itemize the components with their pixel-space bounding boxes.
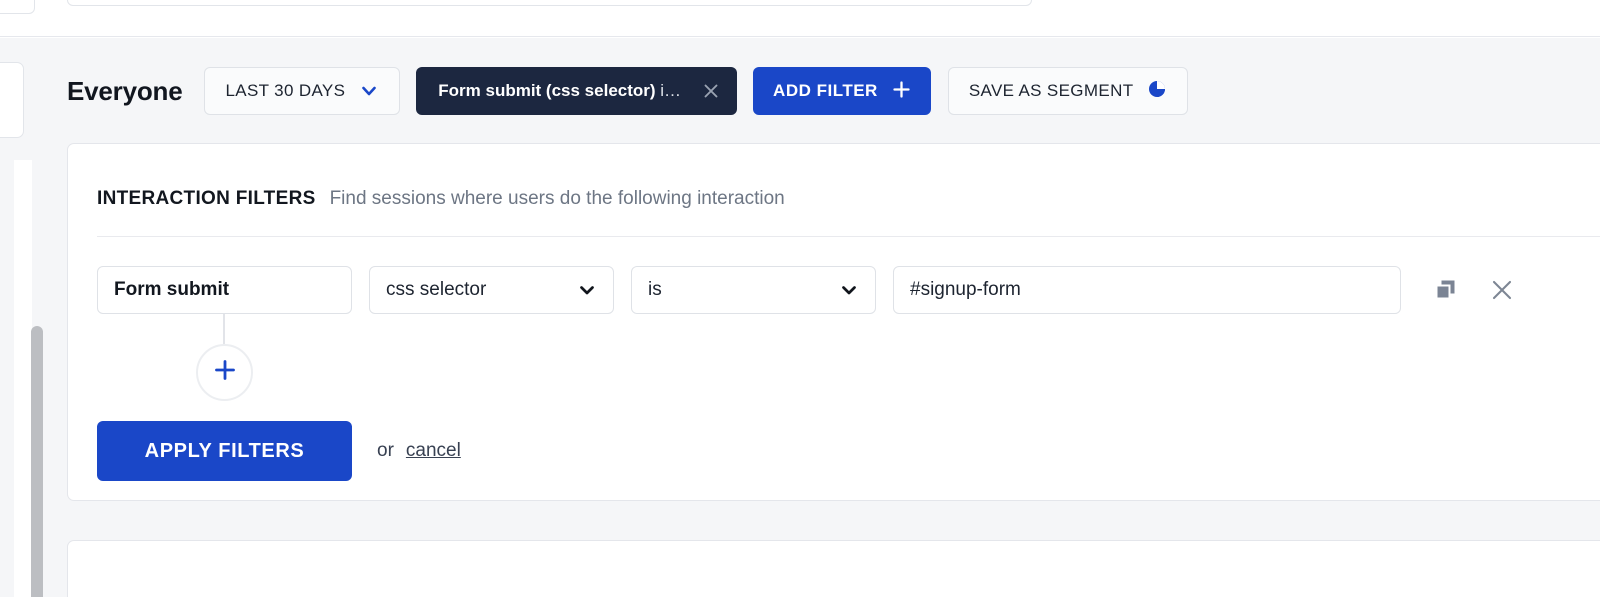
pie-chart-icon [1147,79,1167,104]
date-range-selector[interactable]: LAST 30 DAYS [204,67,401,115]
plus-icon [892,80,911,103]
card-header-divider [97,236,1600,237]
app-root: Everyone LAST 30 DAYS Form submit (css s… [0,0,1600,597]
operator-select-value: is [648,279,662,300]
segment-toolbar: Everyone LAST 30 DAYS Form submit (css s… [67,62,1189,120]
cancel-link[interactable]: cancel [406,440,461,462]
condition-connector-line [223,314,225,345]
value-input-value: #signup-form [910,279,1021,300]
event-name-input[interactable]: Form submit [97,266,352,314]
or-text: or [377,440,394,461]
plus-icon [212,357,238,388]
close-icon[interactable] [701,81,721,101]
add-condition-button[interactable] [196,344,253,401]
chevron-down-icon [359,81,379,101]
active-filter-chip-label-rest: i… [655,81,682,100]
save-as-segment-label: SAVE AS SEGMENT [968,81,1134,100]
date-range-label: LAST 30 DAYS [225,81,346,100]
property-select-value: css selector [386,279,487,300]
top-partial-card [67,0,1032,6]
segment-title: Everyone [67,75,183,106]
active-filter-chip-label: Form submit (css selector) i… [438,81,681,101]
add-filter-button[interactable]: ADD FILTER [753,67,931,115]
vertical-scrollbar-thumb[interactable] [31,326,43,597]
card-title: INTERACTION FILTERS [97,188,316,209]
copy-icon[interactable] [1430,274,1462,306]
apply-actions-row: APPLY FILTERS or cancel [97,421,461,481]
top-left-partial-card [0,0,35,14]
property-select[interactable]: css selector [369,266,614,314]
event-name-value: Form submit [114,279,230,300]
interaction-filters-card: INTERACTION FILTERS Find sessions where … [67,143,1600,501]
apply-filters-label: APPLY FILTERS [144,439,305,462]
apply-filters-button[interactable]: APPLY FILTERS [97,421,352,481]
filter-condition-row: Form submit css selector is #signup-form [97,266,1517,314]
chevron-down-icon [839,280,859,300]
active-filter-chip[interactable]: Form submit (css selector) i… [416,67,738,115]
add-filter-label: ADD FILTER [773,81,878,100]
vertical-scrollbar-track[interactable] [14,160,43,597]
save-as-segment-button[interactable]: SAVE AS SEGMENT [947,67,1189,115]
card-header: INTERACTION FILTERS Find sessions where … [97,188,1600,210]
left-rail-partial-card [0,62,24,138]
top-band [0,0,1600,37]
lower-partial-card [67,540,1600,597]
operator-select[interactable]: is [631,266,876,314]
chevron-down-icon [577,280,597,300]
remove-condition-icon[interactable] [1487,275,1517,305]
active-filter-chip-label-bold: Form submit (css selector) [438,81,656,100]
value-input[interactable]: #signup-form [893,266,1401,314]
card-subtitle: Find sessions where users do the followi… [329,188,785,209]
